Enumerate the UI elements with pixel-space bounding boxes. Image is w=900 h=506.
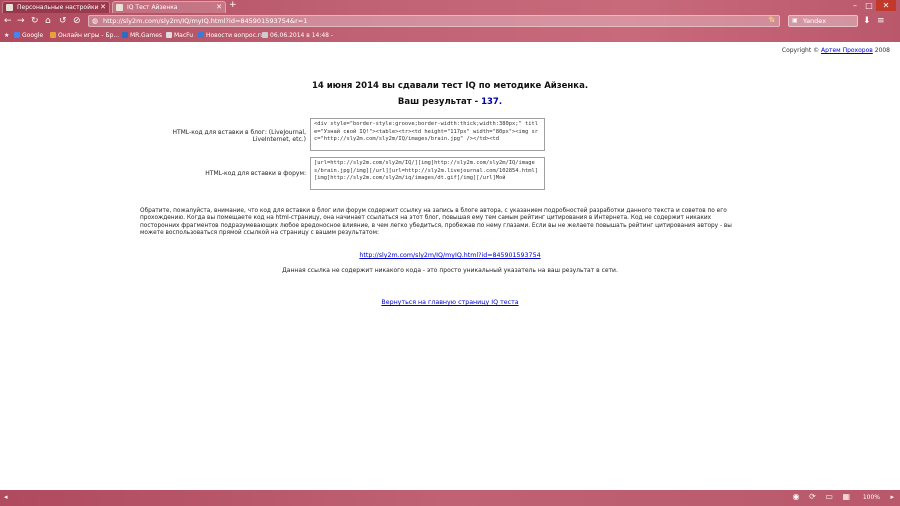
zoom-level[interactable]: 100% [863,494,880,501]
games-icon [50,32,56,38]
new-tab-button[interactable]: + [229,0,237,10]
bookmark-label: MacFu [174,32,194,39]
back-icon[interactable]: ← [4,16,12,26]
pencil-icon[interactable]: ✎ [768,16,776,26]
menu-icon[interactable]: ≡ [877,16,885,26]
tab-favicon-icon [116,4,123,11]
reload-icon[interactable]: ↻ [31,16,39,26]
direct-result-link[interactable]: http://sly2m.com/sly2m/IQ/myIQ.html?id=8… [359,252,540,259]
search-box[interactable]: ▣ Yandex [788,15,858,27]
address-bar[interactable]: ◍ http://sly2m.com/sly2m/IQ/myIQ.html?id… [88,15,780,27]
iq-score: 137. [481,97,503,107]
google-icon [14,32,20,38]
minimize-icon[interactable]: – [848,0,862,11]
status-icons: ◉ ⟳ ▭ ▦ [786,492,850,501]
direct-link-note: Данная ссылка не содержит никакого кода … [282,267,618,274]
stop-icon[interactable]: ⊘ [73,16,81,26]
tab-bar: Персональные настройки ✕ IQ Тест Айзенка… [0,0,900,13]
home-icon[interactable]: ⌂ [45,16,51,26]
back-link-line: Вернуться на главную страницу IQ теста [0,299,900,306]
mr-games-icon [122,32,128,38]
bookmark-label: MR.Games [130,32,163,39]
url-text[interactable]: http://sly2m.com/sly2m/IQ/myIQ.html?id=8… [103,16,307,27]
expand-icon[interactable]: ▸ [890,493,894,501]
blog-code-textarea[interactable]: <div style="border-style:groove;border-w… [310,118,545,151]
copyright-year: 2008 [874,47,890,54]
tab-favicon-icon [6,4,13,11]
bookmark-label: Google [22,32,44,39]
bookmark-macfu[interactable]: MacFu [166,30,193,41]
forward-icon[interactable]: → [17,16,25,26]
images-icon[interactable]: ▭ [825,492,833,501]
page-content: Copyright © Артем Прохоров 2008 14 июня … [0,42,900,490]
bookmark-label: Новости вопрос.ru [206,32,265,39]
bookmarks-bar: ★ Google Онлайн игры - Бр... MR.Games Ma… [0,30,900,41]
page-icon [262,32,268,38]
forum-code-label: HTML-код для вставки в форум: [205,170,306,177]
back-to-main-link[interactable]: Вернуться на главную страницу IQ теста [381,299,518,306]
tab-close-icon[interactable]: ✕ [216,2,222,13]
status-bar: ◂ ◉ ⟳ ▭ ▦ 100% ▸ [0,490,900,506]
bookmark-date[interactable]: 06.06.2014 в 14:48 - [262,30,333,41]
speed-dial-icon[interactable]: ◉ [793,492,800,501]
notice-paragraph: Обратите, пожалуйста, внимание, что код … [140,208,732,237]
history-icon[interactable]: ↺ [59,16,67,26]
sync-icon[interactable]: ⟳ [809,492,816,501]
tab-label: IQ Тест Айзенка [127,4,178,11]
bookmark-news[interactable]: Новости вопрос.ru [198,30,264,41]
tab-personal-settings[interactable]: Персональные настройки ✕ [2,1,110,13]
copyright: Copyright © Артем Прохоров 2008 [782,47,890,54]
tiles-icon[interactable]: ▦ [842,492,850,501]
direct-link-line: http://sly2m.com/sly2m/IQ/myIQ.html?id=8… [0,252,900,259]
navigation-bar: ← → ↻ ⌂ ↺ ⊘ ◍ http://sly2m.com/sly2m/IQ/… [0,14,900,29]
bookmark-google[interactable]: Google [14,30,43,41]
tab-iq-test[interactable]: IQ Тест Айзенка ✕ [112,1,226,13]
forum-code-row: HTML-код для вставки в форум: [url=http:… [0,157,900,191]
downloads-icon[interactable]: ⬇ [863,16,871,26]
macfu-icon [166,32,172,38]
maximize-icon[interactable]: □ [862,0,876,11]
blog-code-label: HTML-код для вставки в блог: (LiveJourna… [172,129,306,143]
blog-code-row: HTML-код для вставки в блог: (LiveJourna… [0,118,900,152]
browser-chrome: Персональные настройки ✕ IQ Тест Айзенка… [0,0,900,42]
bookmark-label: Онлайн игры - Бр... [58,32,120,39]
bookmark-online-games[interactable]: Онлайн игры - Бр... [50,30,119,41]
bookmarks-star-icon[interactable]: ★ [4,30,9,41]
result-headline: Ваш результат - 137. [0,97,900,107]
sidebar-toggle-icon[interactable]: ◂ [4,493,8,501]
window-controls: – □ ✕ [848,0,896,11]
test-date-headline: 14 июня 2014 вы сдавали тест IQ по метод… [311,81,589,91]
forum-code-textarea[interactable]: [url=http://sly2m.com/sly2m/IQ/][img]htt… [310,157,545,190]
copyright-prefix: Copyright © [781,47,820,54]
news-icon [198,32,204,38]
result-prefix: Ваш результат - [397,97,482,107]
search-engine-icon[interactable]: ▣ [792,17,798,24]
close-window-icon[interactable]: ✕ [876,0,896,11]
bookmark-mr-games[interactable]: MR.Games [122,30,162,41]
search-input[interactable]: Yandex [803,16,826,26]
author-link[interactable]: Артем Прохоров [821,47,873,54]
tab-close-icon[interactable]: ✕ [100,2,106,13]
globe-icon: ◍ [92,17,99,25]
bookmark-label: 06.06.2014 в 14:48 - [270,32,334,39]
tab-label: Персональные настройки [17,4,99,11]
